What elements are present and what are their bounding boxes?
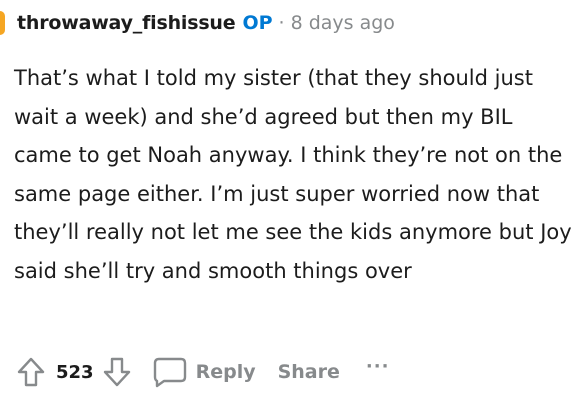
vote-score: 523 (56, 361, 94, 383)
comment: throwaway_fishissue OP · 8 days ago That… (0, 0, 583, 402)
comment-header: throwaway_fishissue OP · 8 days ago (0, 8, 395, 38)
upvote-button[interactable] (14, 355, 48, 389)
more-options-icon: ··· (365, 355, 390, 377)
reply-button[interactable]: Reply (152, 356, 256, 388)
share-button[interactable]: Share (278, 361, 340, 383)
share-label: Share (277, 361, 340, 383)
avatar[interactable] (0, 11, 5, 35)
header-separator: · (278, 12, 285, 34)
more-options-button[interactable]: ··· (366, 356, 390, 377)
author-username[interactable]: throwaway_fishissue (17, 12, 236, 34)
op-badge: OP (242, 12, 273, 34)
comment-body: That’s what I told my sister (that they … (14, 59, 574, 290)
reply-bubble-icon (153, 357, 186, 388)
comment-timestamp[interactable]: 8 days ago (291, 12, 395, 34)
reply-label: Reply (195, 361, 256, 383)
downvote-button[interactable] (100, 355, 134, 389)
comment-actions: 523 Reply Share ··· (14, 352, 389, 392)
comment-text: That’s what I told my sister (that they … (14, 66, 572, 283)
upvote-icon (17, 357, 45, 387)
downvote-icon (103, 357, 130, 387)
